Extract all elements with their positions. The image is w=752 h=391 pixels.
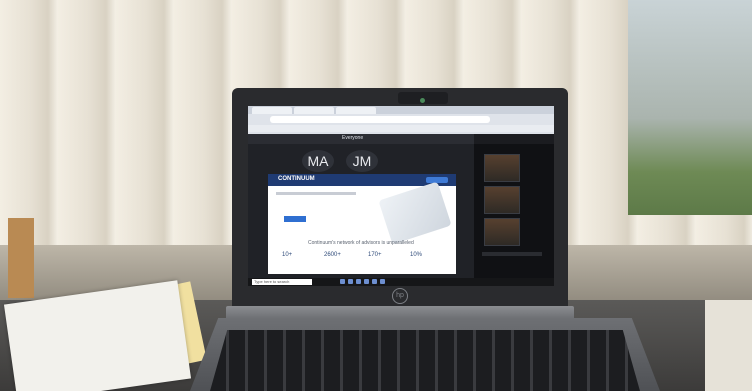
participants-panel bbox=[474, 134, 554, 278]
participant-avatar: MA bbox=[302, 150, 334, 172]
laptop-hinge bbox=[226, 306, 574, 320]
participant-avatar: JM bbox=[346, 150, 378, 172]
bookmarks-bar bbox=[248, 125, 554, 132]
stat-value: 10+ bbox=[282, 252, 293, 258]
outside-window-view bbox=[628, 0, 752, 215]
device-image bbox=[378, 181, 452, 245]
browser-tab[interactable] bbox=[294, 107, 334, 114]
stats-row: 10+ 2600+ 170+ 10% bbox=[282, 252, 452, 266]
hero-button[interactable] bbox=[284, 216, 306, 222]
video-thumbnail[interactable] bbox=[484, 186, 520, 214]
address-bar[interactable] bbox=[270, 116, 490, 123]
stat-value: 2600+ bbox=[324, 252, 341, 258]
browser-tab[interactable] bbox=[336, 107, 376, 114]
meeting-toolbar: Everyone bbox=[248, 134, 474, 144]
video-meeting-area: Everyone MA JM CONTINUUM Continuum's net… bbox=[248, 134, 474, 278]
panel-toolbar bbox=[474, 134, 554, 144]
taskbar-search[interactable]: Type here to search bbox=[252, 279, 312, 285]
browser-tab[interactable] bbox=[252, 107, 292, 114]
browser-chrome bbox=[248, 106, 554, 134]
thumbnail-label bbox=[482, 252, 542, 256]
taskbar-app-icon[interactable] bbox=[372, 279, 377, 284]
keyboard-keys bbox=[210, 330, 640, 391]
taskbar-app-icon[interactable] bbox=[340, 279, 345, 284]
hero-text-line bbox=[276, 192, 356, 195]
wood-object bbox=[8, 218, 34, 298]
windows-taskbar: Type here to search bbox=[248, 278, 554, 286]
stat-value: 10% bbox=[410, 252, 423, 258]
photo-scene: Everyone MA JM CONTINUUM Continuum's net… bbox=[0, 0, 752, 391]
site-tagline: Continuum's network of advisors is unpar… bbox=[308, 240, 414, 246]
site-brand: CONTINUUM bbox=[278, 176, 315, 182]
camera-indicator bbox=[420, 98, 425, 103]
taskbar-app-icon[interactable] bbox=[364, 279, 369, 284]
audience-dropdown[interactable]: Everyone bbox=[342, 135, 363, 141]
stat-value: 170+ bbox=[368, 252, 382, 258]
hp-logo-icon: hp bbox=[392, 288, 408, 304]
video-thumbnail[interactable] bbox=[484, 154, 520, 182]
shared-screen-window: CONTINUUM Continuum's network of advisor… bbox=[268, 174, 456, 274]
taskbar-app-icon[interactable] bbox=[348, 279, 353, 284]
right-paper bbox=[705, 300, 752, 391]
taskbar-app-icon[interactable] bbox=[356, 279, 361, 284]
taskbar-app-icon[interactable] bbox=[380, 279, 385, 284]
laptop-screen: Everyone MA JM CONTINUUM Continuum's net… bbox=[248, 106, 554, 286]
video-thumbnail[interactable] bbox=[484, 218, 520, 246]
